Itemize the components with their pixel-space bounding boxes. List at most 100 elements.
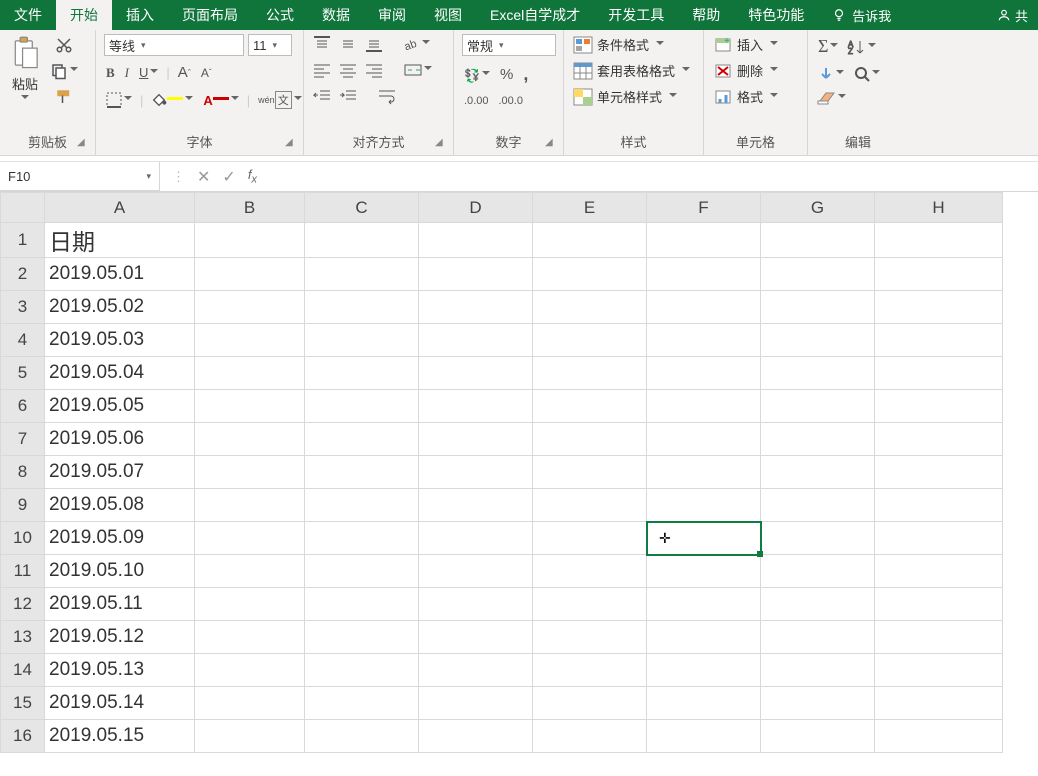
cell-E11[interactable] bbox=[533, 555, 647, 588]
cell-D1[interactable] bbox=[419, 223, 533, 258]
cell-A10[interactable]: 2019.05.09 bbox=[45, 522, 195, 555]
cell-E2[interactable] bbox=[533, 258, 647, 291]
cell-A3[interactable]: 2019.05.02 bbox=[45, 291, 195, 324]
cell-A9[interactable]: 2019.05.08 bbox=[45, 489, 195, 522]
cell-E6[interactable] bbox=[533, 390, 647, 423]
cell-B12[interactable] bbox=[195, 588, 305, 621]
column-header-G[interactable]: G bbox=[761, 193, 875, 223]
merge-button[interactable] bbox=[402, 60, 434, 80]
column-header-D[interactable]: D bbox=[419, 193, 533, 223]
row-header-14[interactable]: 14 bbox=[1, 654, 45, 687]
cell-G13[interactable] bbox=[761, 621, 875, 654]
cell-C2[interactable] bbox=[305, 258, 419, 291]
cell-A6[interactable]: 2019.05.05 bbox=[45, 390, 195, 423]
cancel-formula-button[interactable]: ✕ bbox=[197, 167, 210, 187]
cell-F16[interactable] bbox=[647, 720, 761, 753]
chevron-down-icon[interactable] bbox=[21, 95, 29, 101]
spreadsheet-grid[interactable]: ABCDEFGH1日期22019.05.0132019.05.0242019.0… bbox=[0, 192, 1038, 753]
cell-G3[interactable] bbox=[761, 291, 875, 324]
cell-G15[interactable] bbox=[761, 687, 875, 720]
font-size-combo[interactable]: 11▾ bbox=[248, 34, 292, 56]
italic-button[interactable]: I bbox=[123, 63, 131, 83]
cell-C12[interactable] bbox=[305, 588, 419, 621]
cell-A1[interactable]: 日期 bbox=[45, 223, 195, 258]
cell-D15[interactable] bbox=[419, 687, 533, 720]
cell-H9[interactable] bbox=[875, 489, 1003, 522]
cell-A12[interactable]: 2019.05.11 bbox=[45, 588, 195, 621]
row-header-5[interactable]: 5 bbox=[1, 357, 45, 390]
cell-F15[interactable] bbox=[647, 687, 761, 720]
delete-cells-button[interactable]: 删除 bbox=[712, 60, 780, 81]
cell-C6[interactable] bbox=[305, 390, 419, 423]
align-bottom-button[interactable] bbox=[364, 34, 384, 54]
cell-G6[interactable] bbox=[761, 390, 875, 423]
row-header-13[interactable]: 13 bbox=[1, 621, 45, 654]
cell-D12[interactable] bbox=[419, 588, 533, 621]
column-header-C[interactable]: C bbox=[305, 193, 419, 223]
cell-H5[interactable] bbox=[875, 357, 1003, 390]
cell-C10[interactable] bbox=[305, 522, 419, 555]
cell-C9[interactable] bbox=[305, 489, 419, 522]
cell-H16[interactable] bbox=[875, 720, 1003, 753]
cell-D4[interactable] bbox=[419, 324, 533, 357]
enter-formula-button[interactable]: ✓ bbox=[222, 167, 235, 187]
conditional-format-button[interactable]: 条件格式 bbox=[572, 34, 666, 55]
cell-F1[interactable] bbox=[647, 223, 761, 258]
format-as-table-button[interactable]: 套用表格格式 bbox=[572, 60, 692, 81]
autosum-button[interactable]: Σ bbox=[816, 34, 840, 59]
cell-H15[interactable] bbox=[875, 687, 1003, 720]
decrease-decimal-button[interactable]: .00.0 bbox=[496, 93, 524, 109]
tab-home[interactable]: 开始 bbox=[56, 0, 112, 30]
accounting-button[interactable]: 💱 bbox=[462, 65, 492, 85]
row-header-15[interactable]: 15 bbox=[1, 687, 45, 720]
clear-button[interactable] bbox=[816, 89, 848, 107]
cell-B11[interactable] bbox=[195, 555, 305, 588]
cell-F13[interactable] bbox=[647, 621, 761, 654]
cell-F14[interactable] bbox=[647, 654, 761, 687]
cell-D6[interactable] bbox=[419, 390, 533, 423]
cell-B3[interactable] bbox=[195, 291, 305, 324]
align-left-button[interactable] bbox=[312, 60, 332, 80]
cell-H7[interactable] bbox=[875, 423, 1003, 456]
tab-self-study[interactable]: Excel自学成才 bbox=[476, 0, 594, 30]
cell-H10[interactable] bbox=[875, 522, 1003, 555]
cell-B5[interactable] bbox=[195, 357, 305, 390]
cell-C16[interactable] bbox=[305, 720, 419, 753]
cell-G10[interactable] bbox=[761, 522, 875, 555]
cell-E12[interactable] bbox=[533, 588, 647, 621]
cell-C4[interactable] bbox=[305, 324, 419, 357]
grow-font-button[interactable]: Aˆ bbox=[176, 62, 193, 83]
cell-A5[interactable]: 2019.05.04 bbox=[45, 357, 195, 390]
cell-C3[interactable] bbox=[305, 291, 419, 324]
row-header-16[interactable]: 16 bbox=[1, 720, 45, 753]
cell-H11[interactable] bbox=[875, 555, 1003, 588]
tab-insert[interactable]: 插入 bbox=[112, 0, 168, 30]
cell-C14[interactable] bbox=[305, 654, 419, 687]
cell-B10[interactable] bbox=[195, 522, 305, 555]
column-header-F[interactable]: F bbox=[647, 193, 761, 223]
row-header-2[interactable]: 2 bbox=[1, 258, 45, 291]
column-header-E[interactable]: E bbox=[533, 193, 647, 223]
cell-B16[interactable] bbox=[195, 720, 305, 753]
cell-H4[interactable] bbox=[875, 324, 1003, 357]
align-top-button[interactable] bbox=[312, 34, 332, 54]
cell-H6[interactable] bbox=[875, 390, 1003, 423]
phonetic-button[interactable]: wén文 bbox=[256, 89, 304, 111]
cell-G7[interactable] bbox=[761, 423, 875, 456]
insert-cells-button[interactable]: +插入 bbox=[712, 34, 780, 55]
cell-H8[interactable] bbox=[875, 456, 1003, 489]
find-select-button[interactable] bbox=[852, 64, 882, 84]
cell-G14[interactable] bbox=[761, 654, 875, 687]
paste-button[interactable] bbox=[8, 34, 42, 72]
cell-F12[interactable] bbox=[647, 588, 761, 621]
formula-input[interactable] bbox=[269, 162, 1038, 191]
copy-button[interactable] bbox=[48, 60, 80, 82]
align-right-button[interactable] bbox=[364, 60, 384, 80]
wrap-text-button[interactable] bbox=[376, 86, 398, 106]
select-all-corner[interactable] bbox=[1, 193, 45, 223]
cell-D3[interactable] bbox=[419, 291, 533, 324]
cell-C1[interactable] bbox=[305, 223, 419, 258]
cell-E9[interactable] bbox=[533, 489, 647, 522]
cell-C15[interactable] bbox=[305, 687, 419, 720]
cell-H2[interactable] bbox=[875, 258, 1003, 291]
